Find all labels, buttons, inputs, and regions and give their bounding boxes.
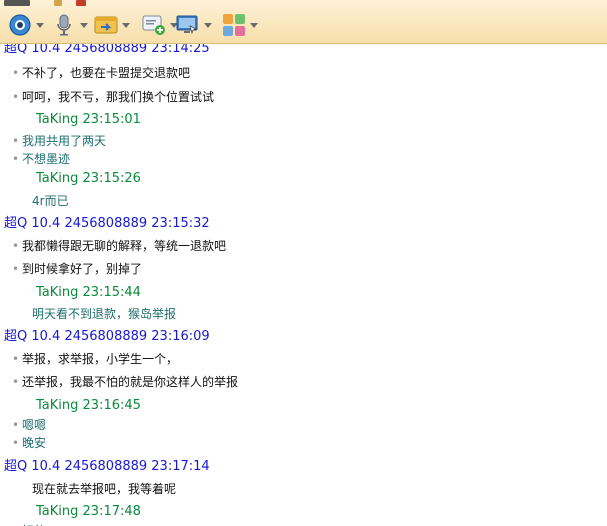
- chevron-down-icon[interactable]: [36, 22, 44, 28]
- message-add-button[interactable]: [142, 12, 178, 38]
- chat-history[interactable]: 超Q 10.4 2456808889 23:14:25 • 不补了，也要在卡盟提交…: [0, 44, 607, 526]
- message-header: TaKing 23:16:45: [36, 398, 141, 413]
- bullet-icon: •: [12, 262, 20, 276]
- message-text: 呵呵，我不亏，那我们换个位置试试: [22, 90, 215, 104]
- bullet-icon: •: [12, 352, 20, 366]
- list-item: • 到时候拿好了，别掉了: [12, 260, 142, 277]
- message-header-text: 超Q 10.4 2456808889 23:17:14: [4, 459, 210, 474]
- message-text: 明天看不到退款，猴岛举报: [32, 307, 177, 321]
- message-text: 不想墨迹: [22, 152, 71, 166]
- list-item: • 嗯嗯: [12, 416, 46, 433]
- list-item: • 呵呵，我不亏，那我们换个位置试试: [12, 88, 214, 105]
- file-transfer-icon: [94, 13, 118, 37]
- message-text: 我都懒得跟无聊的解释，等统一退款吧: [22, 239, 227, 253]
- message-header: TaKing 23:15:01: [36, 112, 141, 127]
- chevron-down-icon[interactable]: [204, 22, 212, 28]
- message-text: 晚安: [22, 436, 47, 450]
- file-transfer-button[interactable]: [94, 12, 130, 38]
- message-text: 举报，求举报，小学生一个，: [22, 352, 179, 366]
- message-header: TaKing 23:15:26: [36, 171, 141, 186]
- message-header-text: TaKing 23:15:44: [36, 285, 141, 300]
- message-header-text: TaKing 23:15:01: [36, 112, 141, 127]
- message-header-text: TaKing 23:16:45: [36, 398, 141, 413]
- bullet-icon: •: [12, 66, 20, 80]
- message-header: 超Q 10.4 2456808889 23:14:25: [4, 44, 210, 56]
- list-item: 4r而已: [22, 192, 69, 209]
- bullet-icon: •: [12, 375, 20, 389]
- list-item: • 不补了，也要在卡盟提交退款吧: [12, 64, 190, 81]
- chevron-down-icon[interactable]: [122, 22, 130, 28]
- message-header-text: TaKing 23:17:48: [36, 504, 141, 519]
- message-text: 到时候拿好了，别掉了: [22, 262, 143, 276]
- bullet-icon: •: [12, 418, 20, 432]
- chat-toolbar: [0, 0, 607, 44]
- list-item: •好的: [12, 522, 46, 526]
- list-item: • 晚安: [12, 434, 46, 451]
- list-item: • 我用共用了两天: [12, 132, 106, 149]
- list-item: • 不想墨迹: [12, 150, 70, 167]
- message-text: 嗯嗯: [22, 418, 47, 432]
- message-header-text: 超Q 10.4 2456808889 23:15:32: [4, 216, 210, 231]
- bullet-icon: •: [12, 239, 20, 253]
- apps-icon: [222, 13, 246, 37]
- message-text: 还举报，我最不怕的就是你这样人的举报: [22, 375, 239, 389]
- bullet-icon: •: [12, 134, 20, 148]
- webcam-button[interactable]: [8, 12, 44, 38]
- message-header: 超Q 10.4 2456808889 23:17:14: [4, 455, 210, 474]
- list-item: • 我都懒得跟无聊的解释，等统一退款吧: [12, 237, 226, 254]
- microphone-button[interactable]: [52, 12, 88, 38]
- message-text: 不补了，也要在卡盟提交退款吧: [22, 66, 191, 80]
- list-item: 明天看不到退款，猴岛举报: [22, 305, 176, 322]
- message-header-text: 超Q 10.4 2456808889 23:16:09: [4, 329, 210, 344]
- message-header: 超Q 10.4 2456808889 23:15:32: [4, 212, 210, 231]
- message-header: TaKing 23:17:48: [36, 504, 141, 519]
- message-text: 我用共用了两天: [22, 134, 107, 148]
- message-header-text: TaKing 23:15:26: [36, 171, 141, 186]
- list-item: • 还举报，我最不怕的就是你这样人的举报: [12, 373, 238, 390]
- toolbar-top-strip: [0, 0, 100, 6]
- message-text: 现在就去举报吧，我等着呢: [32, 482, 177, 496]
- message-add-icon: [142, 13, 166, 37]
- microphone-icon: [52, 13, 76, 37]
- webcam-icon: [8, 13, 32, 37]
- bullet-icon: •: [12, 152, 20, 166]
- screen-share-button[interactable]: [176, 12, 212, 38]
- screen-share-icon: [176, 13, 200, 37]
- message-header: TaKing 23:15:44: [36, 285, 141, 300]
- chevron-down-icon[interactable]: [80, 22, 88, 28]
- message-header: 超Q 10.4 2456808889 23:16:09: [4, 325, 210, 344]
- list-item: 现在就去举报吧，我等着呢: [22, 480, 176, 497]
- apps-button[interactable]: [222, 12, 258, 38]
- bullet-icon: •: [12, 90, 20, 104]
- list-item: • 举报，求举报，小学生一个，: [12, 350, 178, 367]
- bullet-icon: •: [12, 436, 20, 450]
- message-text: 4r而已: [32, 194, 69, 208]
- chevron-down-icon[interactable]: [250, 22, 258, 28]
